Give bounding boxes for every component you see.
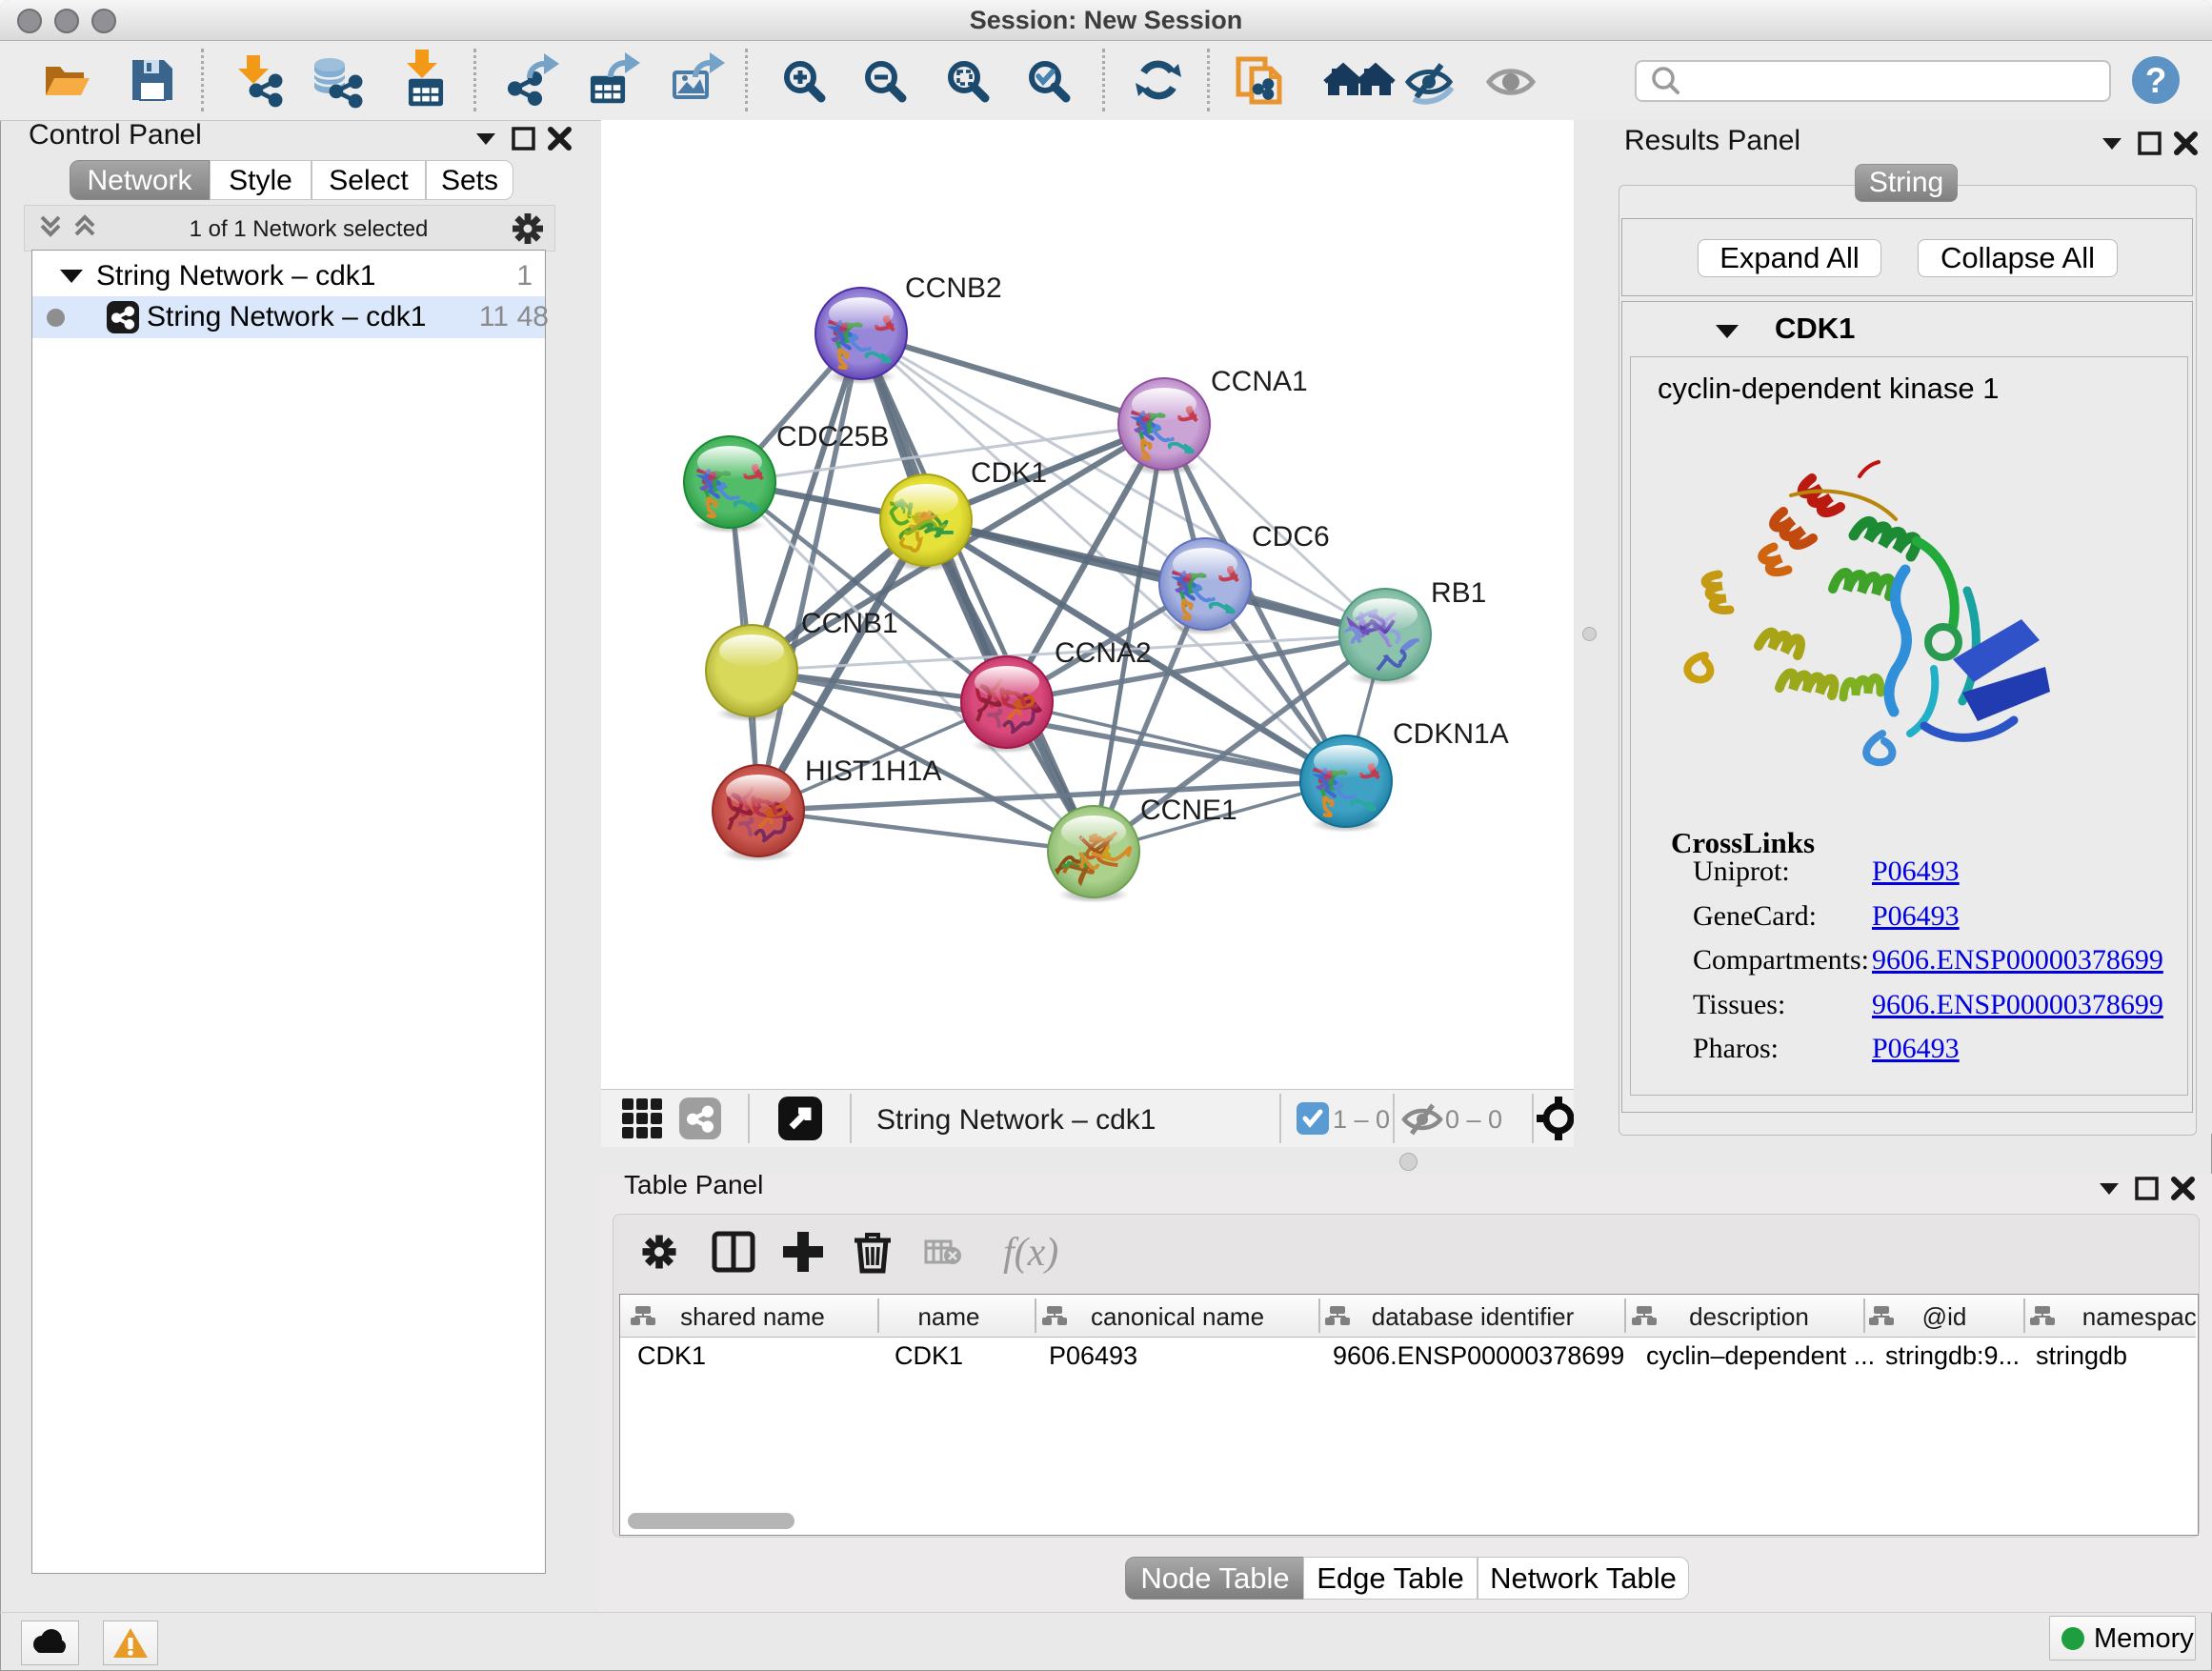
svg-text:namespace: namespace [2082, 1302, 2196, 1331]
svg-text:CDKN1A: CDKN1A [1393, 718, 1509, 750]
svg-text:CCNE1: CCNE1 [1140, 795, 1237, 826]
svg-text:shared name: shared name [680, 1302, 825, 1331]
svg-text:CCNB1: CCNB1 [801, 608, 898, 639]
svg-text:1 – 0: 1 – 0 [1333, 1105, 1390, 1134]
svg-text:0 – 0: 0 – 0 [1445, 1105, 1502, 1134]
svg-text:canonical name: canonical name [1091, 1302, 1264, 1331]
svg-text:f(x): f(x) [1003, 1231, 1058, 1275]
svg-text:CDC6: CDC6 [1252, 521, 1330, 553]
svg-text:HIST1H1A: HIST1H1A [805, 755, 941, 787]
svg-text:@id: @id [1922, 1302, 1967, 1331]
svg-text:CDC25B: CDC25B [776, 421, 889, 453]
svg-text:?: ? [2145, 61, 2167, 100]
svg-text:CCNA1: CCNA1 [1211, 366, 1308, 397]
svg-text:description: description [1689, 1302, 1809, 1331]
svg-text:CCNA2: CCNA2 [1055, 637, 1152, 669]
svg-text:name: name [917, 1302, 979, 1331]
svg-text:database identifier: database identifier [1372, 1302, 1575, 1331]
svg-text:CDK1: CDK1 [971, 457, 1047, 489]
svg-text:String Network – cdk1: String Network – cdk1 [876, 1104, 1156, 1136]
svg-text:CCNB2: CCNB2 [905, 272, 1002, 304]
svg-text:RB1: RB1 [1431, 577, 1486, 609]
